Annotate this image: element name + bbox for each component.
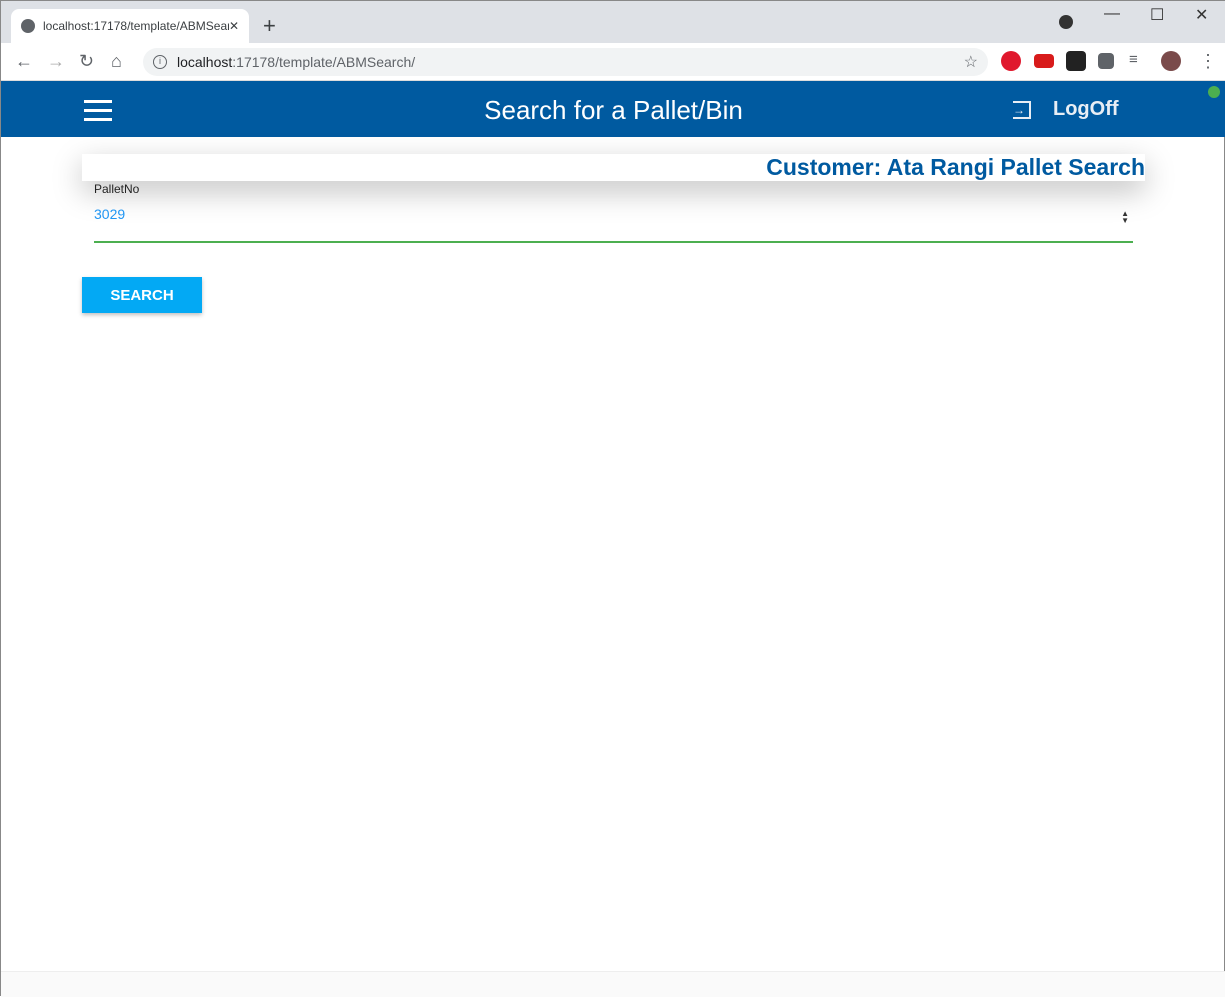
- logoff-button[interactable]: → LogOff: [1013, 98, 1119, 121]
- profile-menu-icon[interactable]: [1059, 15, 1073, 29]
- extensions-puzzle-icon[interactable]: [1098, 53, 1114, 69]
- footer-bar: [1, 971, 1225, 997]
- download-extension-icon[interactable]: [1034, 54, 1054, 68]
- close-tab-icon[interactable]: ✕: [229, 19, 239, 33]
- customer-card: Customer: Ata Rangi Pallet Search: [82, 154, 1145, 181]
- home-icon[interactable]: ⌂: [111, 51, 122, 72]
- back-icon[interactable]: ←: [15, 51, 33, 72]
- forward-icon[interactable]: →: [47, 51, 65, 72]
- bookmark-star-icon[interactable]: ☆: [964, 52, 978, 72]
- address-bar[interactable]: i localhost:17178/template/ABMSearch/ ☆: [143, 48, 988, 76]
- number-spinner-icon[interactable]: ▲ ▼: [1121, 210, 1129, 225]
- tab-strip: localhost:17178/template/ABMSearch/ ✕ + …: [1, 1, 1225, 43]
- downloader-icon[interactable]: [1066, 51, 1086, 71]
- app-header: Search for a Pallet/Bin → LogOff: [1, 81, 1225, 137]
- browser-tab[interactable]: localhost:17178/template/ABMSearch/ ✕: [11, 9, 249, 43]
- url-host: localhost: [177, 54, 233, 70]
- search-button[interactable]: SEARCH: [82, 277, 202, 313]
- logout-icon: →: [1013, 100, 1031, 119]
- tab-title: localhost:17178/template/ABMSearch/: [43, 19, 229, 33]
- status-dot: [1208, 86, 1220, 98]
- pallet-no-field: ▲▼: [94, 206, 1133, 243]
- logoff-label: LogOff: [1053, 98, 1119, 120]
- new-tab-button[interactable]: +: [263, 13, 276, 39]
- menu-kebab-icon[interactable]: ⋮: [1199, 51, 1217, 72]
- maximize-icon[interactable]: ☐: [1150, 5, 1164, 25]
- globe-icon: [21, 19, 35, 33]
- avatar[interactable]: [1161, 51, 1181, 71]
- url-path: :17178/template/ABMSearch/: [232, 54, 416, 70]
- info-icon[interactable]: i: [153, 55, 167, 69]
- pallet-no-input[interactable]: [94, 206, 1133, 222]
- adblock-icon[interactable]: [1001, 51, 1021, 71]
- media-control-icon[interactable]: ≡: [1129, 51, 1138, 68]
- customer-heading: Customer: Ata Rangi Pallet Search: [766, 154, 1145, 180]
- reload-icon[interactable]: ↻: [79, 51, 94, 72]
- close-window-icon[interactable]: ✕: [1195, 5, 1208, 25]
- browser-toolbar: ← → ↻ ⌂ i localhost:17178/template/ABMSe…: [1, 43, 1225, 81]
- pallet-no-label: PalletNo: [94, 182, 140, 196]
- minimize-icon[interactable]: —: [1104, 5, 1120, 23]
